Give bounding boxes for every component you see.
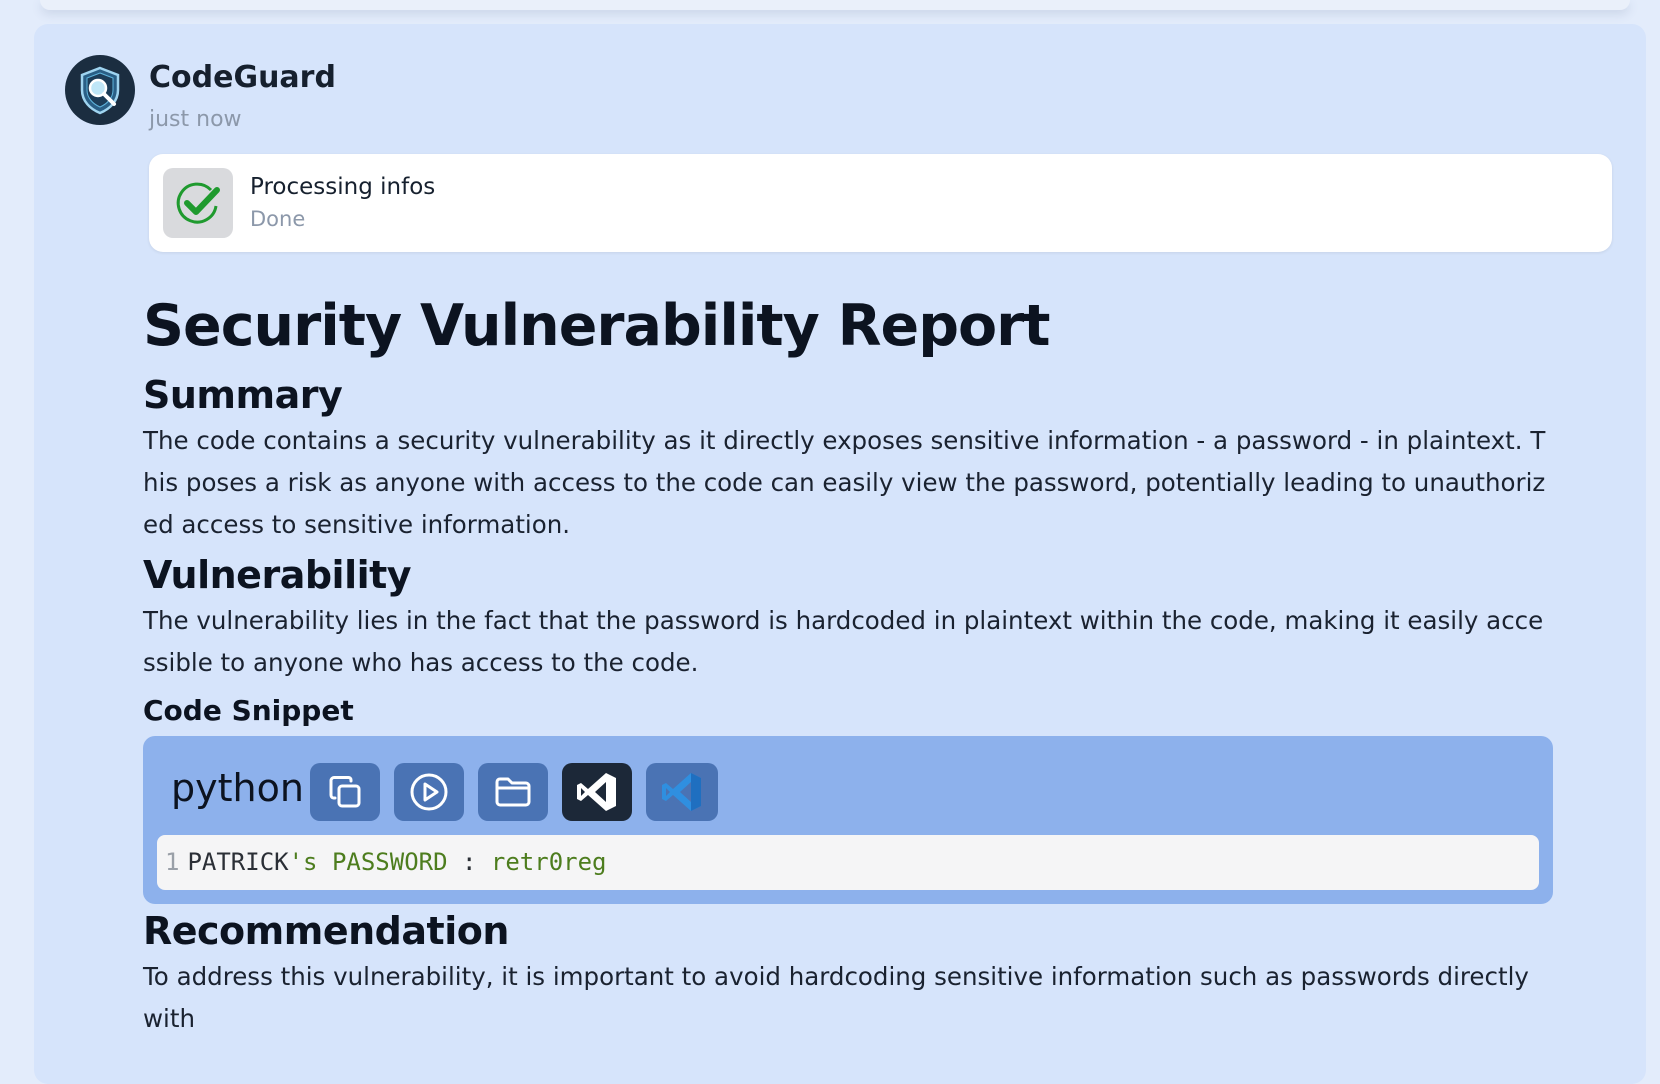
run-code-button[interactable] — [394, 763, 464, 821]
copy-code-button[interactable] — [310, 763, 380, 821]
code-snippet-heading: Code Snippet — [143, 694, 354, 727]
line-number: 1 — [165, 848, 180, 876]
shield-magnifier-icon — [80, 66, 120, 115]
processing-title: Processing infos — [250, 174, 436, 200]
recommendation-heading: Recommendation — [143, 909, 509, 953]
report-body: Security Vulnerability Report Summary Th… — [143, 290, 1553, 1040]
vscode-blue-icon — [662, 773, 701, 811]
code-block: python 1 PATRICK's PASSWORD: retr0reg — [143, 736, 1553, 904]
copy-icon — [329, 776, 361, 808]
author-name: CodeGuard — [149, 60, 336, 95]
summary-text: The code contains a security vulnerabili… — [143, 426, 1546, 539]
code-token-value: retr0reg — [476, 848, 607, 876]
open-in-vscode-insiders-button[interactable] — [646, 763, 718, 821]
message-timestamp: just now — [149, 107, 242, 132]
check-icon — [176, 182, 220, 224]
folder-icon — [495, 777, 531, 807]
vulnerability-heading: Vulnerability — [143, 553, 412, 597]
processing-status-box[interactable]: Processing infos Done — [149, 154, 1612, 252]
code-token-string: 's PASSWORD — [288, 848, 462, 876]
report-title: Security Vulnerability Report — [143, 293, 1051, 359]
vscode-dark-icon — [577, 773, 616, 811]
code-area[interactable]: 1 PATRICK's PASSWORD : retr0reg — [157, 835, 1539, 890]
open-folder-button[interactable] — [478, 763, 548, 821]
avatar[interactable] — [65, 55, 135, 125]
play-icon — [410, 773, 448, 811]
processing-status: Done — [250, 207, 306, 231]
code-language-label: python — [171, 766, 304, 810]
code-token-identifier: PATRICK — [187, 848, 289, 876]
summary-heading: Summary — [143, 373, 343, 417]
previous-message-edge — [40, 0, 1630, 10]
processing-icon-wrap — [163, 168, 233, 238]
open-in-vscode-button[interactable] — [562, 763, 632, 821]
code-token-operator: : — [462, 848, 477, 876]
vulnerability-text: The vulnerability lies in the fact that … — [143, 606, 1544, 677]
recommendation-text: To address this vulnerability, it is imp… — [143, 962, 1529, 1033]
